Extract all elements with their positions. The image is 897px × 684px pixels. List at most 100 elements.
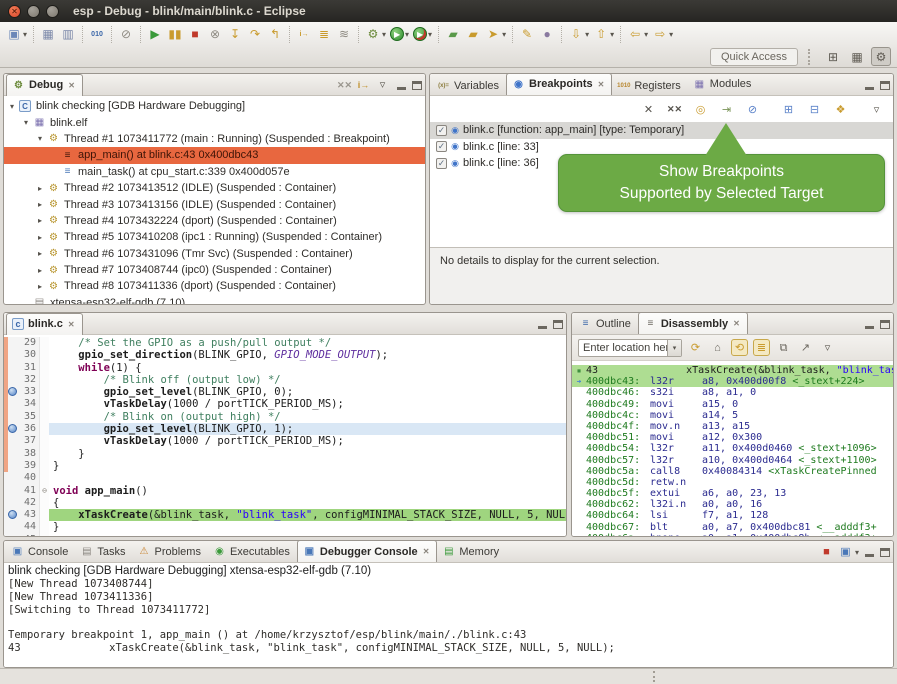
disassembly-body[interactable]: ▪43 xTaskCreate(&blink_task, "blink_tas➔… [572, 361, 893, 537]
disassembly-row[interactable]: 400dbc4c:movia14, 5 [572, 410, 893, 421]
editor-gutter[interactable] [4, 398, 17, 410]
view-menu-icon[interactable]: ▿ [819, 339, 836, 356]
tree-expander-icon[interactable]: ▸ [34, 233, 46, 242]
close-icon[interactable]: ✕ [423, 547, 430, 556]
disassembly-row[interactable]: 400dbc5f:extuia6, a0, 23, 13 [572, 488, 893, 499]
step-into-button[interactable]: ↧ [225, 24, 245, 44]
editor-gutter[interactable] [4, 374, 17, 386]
code-line[interactable]: /* Set the GPIO as a push/pull output */ [49, 337, 566, 349]
view-menu-icon[interactable]: ▿ [868, 101, 885, 118]
sash-handle[interactable] [653, 671, 656, 682]
instruction-stepping-button[interactable]: i→ [294, 24, 314, 44]
console-body[interactable]: blink checking [GDB Hardware Debugging] … [4, 563, 893, 668]
maximize-button[interactable] [880, 548, 890, 557]
code-line[interactable] [49, 534, 566, 537]
pin-view-icon[interactable]: ↗ [797, 339, 814, 356]
combo-dropdown-icon[interactable]: ▾ [667, 340, 681, 356]
editor-line[interactable]: 29 /* Set the GPIO as a push/pull output… [4, 337, 566, 349]
quick-access-button[interactable]: Quick Access [710, 48, 798, 66]
minimize-button[interactable] [865, 87, 874, 90]
close-icon[interactable]: ✕ [598, 80, 605, 89]
fold-marker-icon[interactable]: ⊖ [39, 485, 49, 497]
debug-tree-row[interactable]: ≡main_task() at cpu_start.c:339 0x400d05… [4, 164, 425, 180]
editor-gutter[interactable] [4, 349, 17, 361]
breakpoint-row[interactable]: ✓◉blink.c [line: 33] [430, 139, 893, 156]
debug-tree-row[interactable]: ≡app_main() at blink.c:43 0x400dbc43 [4, 147, 425, 163]
expand-all-icon[interactable]: ⊞ [780, 101, 797, 118]
tree-expander-icon[interactable]: ▸ [34, 216, 46, 225]
minimize-button[interactable] [865, 554, 874, 557]
suspend-button[interactable]: ▮▮ [165, 24, 185, 44]
step-return-button[interactable]: ↰ [265, 24, 285, 44]
save-button[interactable]: ▦ [38, 24, 58, 44]
debug-tree-row[interactable]: ▸⚙Thread #8 1073411336 (dport) (Suspende… [4, 278, 425, 294]
bottom-tab-tasks[interactable]: ▤Tasks [75, 541, 132, 563]
dropdown-caret[interactable]: ▾ [382, 30, 386, 39]
code-line[interactable]: vTaskDelay(1000 / portTICK_PERIOD_MS); [49, 435, 566, 447]
view-menu-icon[interactable]: ▿ [374, 76, 391, 93]
open-perspective-icon[interactable]: ⊞ [823, 47, 843, 66]
editor-line[interactable]: 30 gpio_set_direction(BLINK_GPIO, GPIO_M… [4, 349, 566, 361]
editor-gutter[interactable] [4, 386, 17, 398]
launch-button[interactable]: ➤▾ [483, 24, 508, 44]
tree-expander-icon[interactable]: ▸ [34, 200, 46, 209]
tree-expander-icon[interactable]: ▾ [34, 134, 46, 143]
debug-perspective-icon[interactable]: ⚙ [871, 47, 891, 66]
breakpoint-marker-icon[interactable] [8, 387, 17, 396]
forward-history-button[interactable]: ⇨▾ [650, 24, 675, 44]
maximize-button[interactable] [880, 320, 890, 329]
debug-tree-row[interactable]: ▾▦blink.elf [4, 114, 425, 130]
minimize-button[interactable] [865, 326, 874, 329]
disassembly-row[interactable]: 400dbc67:blta0, a7, 0x400dbc81 <__adddf3… [572, 522, 893, 533]
show-debug-columns-button[interactable]: ≣ [314, 24, 334, 44]
right-tab-disassembly[interactable]: ≡Disassembly✕ [638, 312, 748, 334]
track-execution-icon[interactable]: ⟲ [731, 339, 748, 356]
editor-gutter[interactable] [4, 460, 17, 472]
close-icon[interactable]: ✕ [68, 81, 75, 90]
debug-tree-row[interactable]: ▸⚙Thread #4 1073432224 (dport) (Suspende… [4, 213, 425, 229]
new-button[interactable]: ▣▾ [4, 24, 29, 44]
dropdown-caret[interactable]: ▾ [502, 30, 506, 39]
editor-gutter[interactable] [4, 521, 17, 533]
editor-line[interactable]: 33 gpio_set_level(BLINK_GPIO, 0); [4, 386, 566, 398]
editor-gutter[interactable] [4, 448, 17, 460]
group-by-icon[interactable]: ❖ [832, 101, 849, 118]
code-line[interactable]: /* Blink on (output high) */ [49, 411, 566, 423]
tree-expander-icon[interactable]: ▸ [34, 266, 46, 275]
disassembly-row[interactable]: 400dbc51:movia12, 0x300 [572, 432, 893, 443]
previous-annotation-button[interactable]: ⇧▾ [591, 24, 616, 44]
breakpoint-marker-icon[interactable] [8, 424, 17, 433]
editor-line[interactable]: 37 vTaskDelay(1000 / portTICK_PERIOD_MS)… [4, 435, 566, 447]
disassembly-row[interactable]: 400dbc54:l32ra11, 0x400d0460 <_stext+109… [572, 443, 893, 454]
breakpoint-row[interactable]: ✓◉blink.c [function: app_main] [type: Te… [430, 122, 893, 139]
open-folder-button[interactable]: ▰ [463, 24, 483, 44]
bottom-tab-problems[interactable]: ⚠Problems [132, 541, 207, 563]
debug-tree-row[interactable]: ▸⚙Thread #3 1073413156 (IDLE) (Suspended… [4, 196, 425, 212]
dropdown-caret[interactable]: ▾ [405, 30, 409, 39]
editor-line[interactable]: 32 /* Blink off (output low) */ [4, 374, 566, 386]
show-breakpoints-supported-icon[interactable]: ◎ [692, 101, 709, 118]
editor-line[interactable]: 36 gpio_set_level(BLINK_GPIO, 1); [4, 423, 566, 435]
editor-gutter[interactable] [4, 337, 17, 349]
tree-expander-icon[interactable]: ▸ [34, 282, 46, 291]
debug-tree-row[interactable]: ▤xtensa-esp32-elf-gdb (7.10) [4, 295, 425, 305]
code-line[interactable]: { [49, 497, 566, 509]
editor-gutter[interactable] [4, 435, 17, 447]
maximize-button[interactable] [412, 81, 422, 90]
collapse-all-icon[interactable]: ⊟ [806, 101, 823, 118]
close-icon[interactable]: ✕ [68, 320, 75, 329]
code-line[interactable]: vTaskDelay(1000 / portTICK_PERIOD_MS); [49, 398, 566, 410]
editor-gutter[interactable] [4, 423, 17, 435]
instruction-stepping-toggle-icon[interactable]: i→ [355, 77, 372, 94]
debug-tab-debug[interactable]: ⚙Debug✕ [6, 74, 83, 96]
open-project-button[interactable]: ▰ [443, 24, 463, 44]
bottom-tab-debugger-console[interactable]: ▣Debugger Console✕ [297, 540, 438, 562]
debug-tree-row[interactable]: ▸⚙Thread #5 1073410208 (ipc1 : Running) … [4, 229, 425, 245]
editor-line[interactable]: 42{ [4, 497, 566, 509]
tree-expander-icon[interactable]: ▾ [20, 118, 32, 127]
editor-line[interactable]: 38 } [4, 448, 566, 460]
breakpoint-checkbox[interactable]: ✓ [436, 158, 447, 169]
debug-button[interactable]: ⚙▾ [363, 24, 388, 44]
dropdown-caret[interactable]: ▾ [428, 30, 432, 39]
bottom-tab-executables[interactable]: ◉Executables [208, 541, 297, 563]
